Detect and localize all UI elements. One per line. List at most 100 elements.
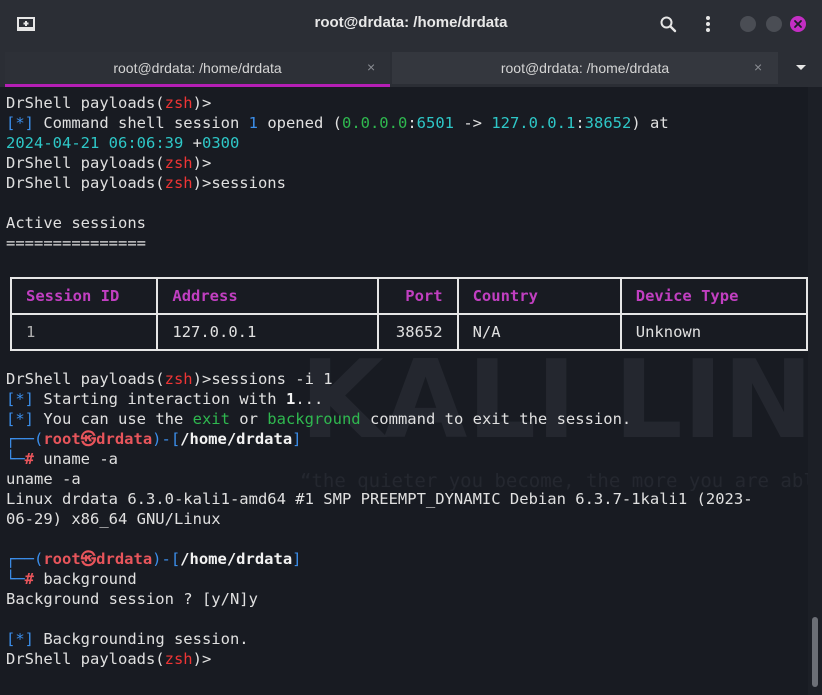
terminal-text: You can use the (34, 410, 193, 428)
terminal-line: DrShell payloads(zsh)> (6, 93, 669, 113)
table-cell: N/A (456, 313, 622, 351)
terminal-text: -> (453, 114, 492, 132)
terminal-text: DrShell payloads( (6, 370, 165, 388)
terminal-text: [*] (6, 390, 34, 408)
terminal-text: drdata (96, 550, 153, 568)
tab-bar: root@drdata: /home/drdata × root@drdata:… (0, 48, 822, 87)
table-cell: 1 (9, 313, 159, 351)
terminal-text: 1 (248, 114, 258, 132)
terminal-text: [*] (6, 410, 34, 428)
tab-1[interactable]: root@drdata: /home/drdata × (5, 52, 390, 87)
terminal-text: zsh (164, 154, 193, 172)
terminal-text: ) at (631, 114, 669, 132)
maximize-button[interactable] (766, 16, 782, 32)
terminal-text: ┌──( (6, 430, 44, 448)
search-button[interactable] (656, 12, 680, 36)
terminal-line: Linux drdata 6.3.0-kali1-amd64 #1 SMP PR… (6, 489, 753, 509)
terminal-line: DrShell payloads(zsh)> (6, 153, 669, 173)
terminal-line: [*] Starting interaction with 1... (6, 389, 753, 409)
terminal-text: sessions (211, 174, 286, 192)
terminal-text: [*] (6, 630, 34, 648)
terminal-text: 0300 (202, 134, 240, 152)
terminal-text: # (24, 450, 35, 468)
terminal-text: opened ( (257, 114, 342, 132)
terminal-text: )> (192, 370, 212, 388)
terminal-text: zsh (164, 174, 193, 192)
tab-close-icon[interactable]: × (367, 59, 375, 75)
terminal-text: )> (192, 154, 212, 172)
terminal-text: 1 (285, 390, 296, 408)
table-cell: 127.0.0.1 (156, 313, 379, 351)
tab-dropdown-button[interactable] (789, 56, 813, 80)
tab-dropdown-icon (796, 65, 806, 70)
column-header: Address (156, 277, 379, 315)
terminal-line: DrShell payloads(zsh)>sessions -i 1 (6, 369, 753, 389)
column-header: Device Type (619, 277, 808, 315)
terminal-text: Background session ? [y/N]y (6, 590, 258, 608)
terminal-text: DrShell payloads( (6, 650, 165, 668)
terminal-output[interactable]: KALI LINUX “the quieter you become, the … (0, 87, 808, 695)
scrollbar-thumb[interactable] (812, 617, 818, 687)
terminal-text: : (575, 114, 585, 132)
kali-prompt-top: ┌──(root㉿drdata)-[/home/drdata] (6, 429, 753, 449)
scrollbar[interactable] (808, 87, 822, 695)
tab-2[interactable]: root@drdata: /home/drdata × (392, 52, 778, 84)
terminal-text: ] (292, 550, 302, 568)
terminal-text: drdata (96, 430, 153, 448)
terminal-text: sessions -i 1 (211, 370, 333, 388)
terminal-text: )> (192, 650, 212, 668)
terminal-text: 06-29) x86_64 GNU/Linux (6, 510, 221, 528)
terminal-text: root (43, 550, 81, 568)
terminal-text: command to exit the session. (360, 410, 632, 428)
terminal-text: =============== (6, 234, 146, 252)
terminal-text: Command shell session (34, 114, 249, 132)
terminal-text: # (24, 570, 35, 588)
terminal-text: ┌──( (6, 550, 44, 568)
terminal-text: ㉿ (80, 430, 97, 448)
table-cell: Unknown (619, 313, 808, 351)
terminal-text: uname -a (6, 470, 81, 488)
terminal-line: DrShell payloads(zsh)>sessions (6, 173, 669, 193)
terminal-text: )-[ (152, 430, 181, 448)
terminal-line: Active sessions (6, 213, 669, 233)
terminal-text: /home/drdata (180, 550, 293, 568)
terminal-text: 0.0.0.0 (341, 114, 408, 132)
terminal-lines: DrShell payloads(zsh)> [*] Command shell… (6, 93, 669, 253)
terminal-text: : (407, 114, 417, 132)
close-button[interactable] (790, 16, 806, 32)
terminal-text: └─ (6, 570, 25, 588)
terminal-line: [*] Command shell session 1 opened (0.0.… (6, 113, 669, 133)
tab-label: root@drdata: /home/drdata (113, 60, 282, 76)
terminal-text: Linux drdata 6.3.0-kali1-amd64 #1 SMP PR… (6, 490, 753, 508)
terminal-text: [*] (6, 114, 34, 132)
terminal-text: zsh (164, 94, 193, 112)
tab-close-icon[interactable]: × (754, 59, 762, 75)
menu-button[interactable] (696, 12, 720, 36)
terminal-text: 127.0.0.1 (491, 114, 576, 132)
terminal-text: )-[ (152, 550, 181, 568)
terminal-text: 38652 (584, 114, 632, 132)
terminal-line: DrShell payloads(zsh)> (6, 649, 753, 669)
column-header: Session ID (9, 277, 159, 315)
sessions-table: Session ID Address Port Country Device T… (9, 277, 808, 351)
kebab-menu-icon (706, 16, 710, 32)
terminal-text: DrShell payloads( (6, 154, 165, 172)
terminal-text: ] (292, 430, 302, 448)
terminal-line: Background session ? [y/N]y (6, 589, 753, 609)
terminal-window: root@drdata: /home/drdata root@drdata: /… (0, 0, 822, 695)
terminal-text: /home/drdata (180, 430, 293, 448)
table-row: 1 127.0.0.1 38652 N/A Unknown (9, 313, 808, 351)
column-header: Country (456, 277, 622, 315)
terminal-text: background (267, 410, 361, 428)
terminal-text: root (43, 430, 81, 448)
terminal-text: zsh (164, 650, 193, 668)
terminal-text: ㉿ (80, 550, 97, 568)
close-icon (794, 20, 802, 28)
tab-label: root@drdata: /home/drdata (500, 60, 670, 76)
terminal-text: └─ (6, 450, 25, 468)
minimize-button[interactable] (740, 16, 756, 32)
terminal-text: Backgrounding session. (34, 630, 249, 648)
terminal-text: ... (295, 390, 324, 408)
terminal-line: 06-29) x86_64 GNU/Linux (6, 509, 753, 529)
